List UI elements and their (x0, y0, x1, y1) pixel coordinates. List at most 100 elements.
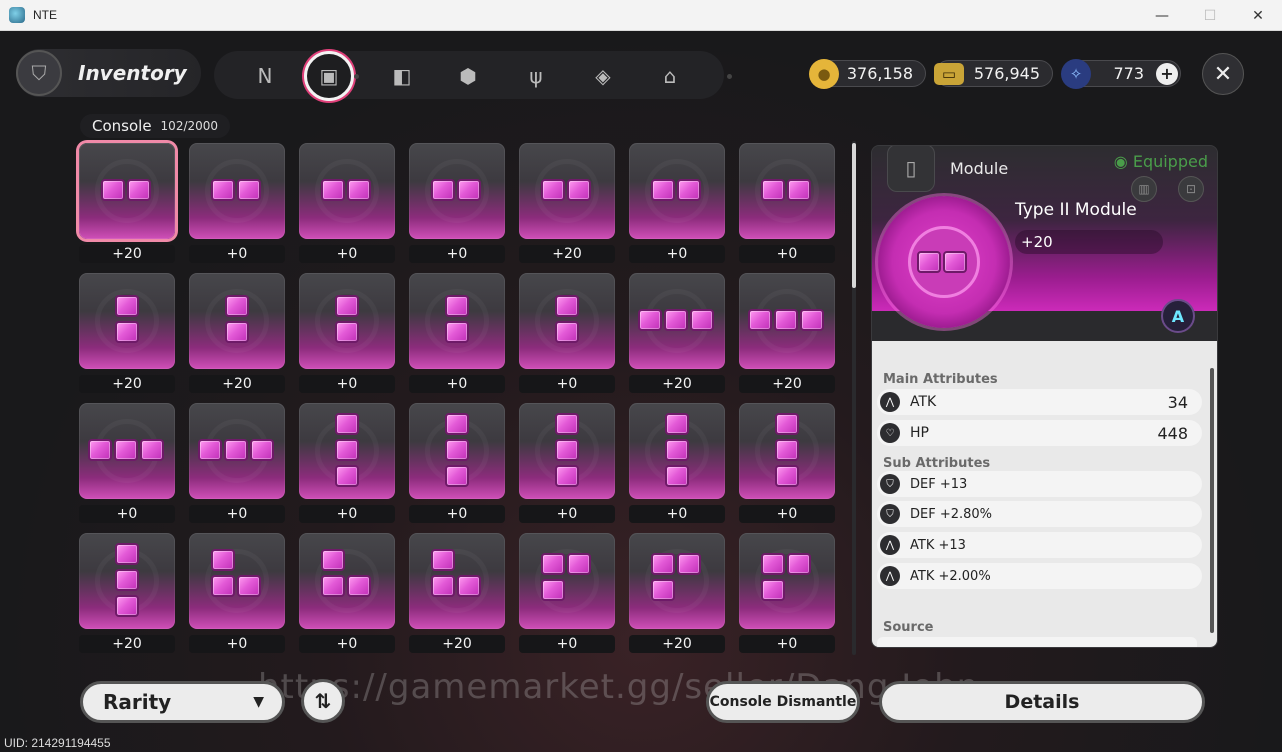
module-card[interactable] (79, 273, 175, 369)
module-block (114, 439, 138, 461)
module-card[interactable] (79, 403, 175, 499)
module-slot[interactable]: +0 (299, 143, 395, 263)
module-slot[interactable]: +0 (409, 273, 505, 393)
minimize-button[interactable]: — (1138, 0, 1186, 31)
tab-food[interactable]: ψ (516, 56, 556, 96)
module-slot[interactable]: +0 (519, 273, 615, 393)
window-close-button[interactable]: ✕ (1234, 0, 1282, 31)
module-slot[interactable]: +20 (189, 273, 285, 393)
module-block (457, 575, 481, 597)
module-card[interactable] (409, 273, 505, 369)
module-card[interactable] (629, 403, 725, 499)
grid-scroll-thumb[interactable] (852, 143, 856, 288)
module-card[interactable] (409, 403, 505, 499)
game-viewport: ⛉ Inventory N ▣ ◧ ⬢ ψ ◈ ⌂ ● 376,158 ▭ 576,945 … (0, 31, 1282, 752)
tab-box[interactable]: ⬢ (448, 56, 488, 96)
module-card[interactable] (629, 273, 725, 369)
module-slot[interactable]: +0 (299, 403, 395, 523)
module-slot[interactable]: +20 (629, 273, 725, 393)
module-block (115, 543, 139, 565)
module-block (638, 309, 662, 331)
module-block (555, 465, 579, 487)
module-slot[interactable]: +20 (79, 533, 175, 653)
module-block (761, 553, 785, 575)
module-level: +20 (79, 245, 175, 263)
module-card[interactable] (79, 533, 175, 629)
rarity-filter-dropdown[interactable]: Rarity ▼ (80, 681, 285, 723)
module-block (115, 321, 139, 343)
maximize-button[interactable]: ☐ (1186, 0, 1234, 31)
tab-console[interactable]: ▣ (304, 51, 354, 101)
module-slot[interactable]: +20 (409, 533, 505, 653)
module-card[interactable] (739, 143, 835, 239)
module-block (211, 549, 235, 571)
module-card[interactable] (189, 143, 285, 239)
hp-icon: ♡ (880, 423, 900, 443)
module-slot[interactable]: +0 (739, 403, 835, 523)
module-card[interactable] (299, 273, 395, 369)
module-card[interactable] (519, 403, 615, 499)
module-block (431, 179, 455, 201)
module-card[interactable] (519, 533, 615, 629)
module-slot[interactable]: +20 (79, 143, 175, 263)
house-icon: ⌂ (663, 64, 677, 88)
module-slot[interactable]: +0 (189, 533, 285, 653)
module-card[interactable] (409, 143, 505, 239)
module-card[interactable] (79, 143, 175, 239)
module-slot[interactable]: +0 (189, 403, 285, 523)
module-slot[interactable]: +0 (629, 143, 725, 263)
module-card[interactable] (189, 273, 285, 369)
module-slot[interactable]: +0 (739, 143, 835, 263)
caret-down-icon: ▼ (253, 694, 264, 710)
module-card[interactable] (189, 533, 285, 629)
module-slot[interactable]: +0 (299, 533, 395, 653)
module-level: +0 (519, 505, 615, 523)
module-slot[interactable]: +20 (739, 273, 835, 393)
module-level: +20 (629, 375, 725, 393)
module-slot[interactable]: +0 (189, 143, 285, 263)
module-slot[interactable]: +20 (519, 143, 615, 263)
module-card[interactable] (299, 403, 395, 499)
gold-currency[interactable]: ● 376,158 (809, 58, 926, 89)
module-slot[interactable]: +0 (519, 403, 615, 523)
panel-scrollbar[interactable] (1210, 368, 1214, 633)
sort-order-button[interactable]: ⇅ (301, 679, 345, 723)
module-card[interactable] (519, 273, 615, 369)
module-card[interactable] (189, 403, 285, 499)
module-slot[interactable]: +0 (79, 403, 175, 523)
module-card[interactable] (299, 143, 395, 239)
tab-n[interactable]: N (245, 56, 285, 96)
module-slot[interactable]: +0 (739, 533, 835, 653)
module-card[interactable] (409, 533, 505, 629)
module-slot[interactable]: +20 (629, 533, 725, 653)
crystal-currency[interactable]: ✧ 773 + (1061, 58, 1181, 89)
console-dismantle-button[interactable]: Console Dismantle (706, 681, 860, 723)
item-grid: +20 +0 +0 +0 +20 +0 +0 +20 +20 +0 +0 +0 +20 +20 +0 +0 +0… (79, 143, 839, 655)
tab-cards[interactable]: ◧ (382, 56, 422, 96)
add-crystal-button[interactable]: + (1156, 62, 1178, 85)
module-card[interactable] (629, 143, 725, 239)
module-slot[interactable]: +0 (409, 403, 505, 523)
trash-icon[interactable]: ▥ (1131, 176, 1157, 202)
lock-icon[interactable]: ⊡ (1178, 176, 1204, 202)
ticket-currency[interactable]: ▭ 576,945 (934, 60, 1053, 87)
module-slot[interactable]: +20 (79, 273, 175, 393)
module-slot[interactable]: +0 (409, 143, 505, 263)
module-slot[interactable]: +0 (629, 403, 725, 523)
module-card[interactable] (739, 273, 835, 369)
module-block (943, 251, 967, 273)
details-button[interactable]: Details (879, 681, 1205, 723)
tab-map[interactable]: ◈ (583, 56, 623, 96)
module-card[interactable] (519, 143, 615, 239)
module-card[interactable] (629, 533, 725, 629)
tab-home[interactable]: ⌂ (650, 56, 690, 96)
module-card[interactable] (299, 533, 395, 629)
module-slot[interactable]: +0 (519, 533, 615, 653)
module-slot[interactable]: +0 (299, 273, 395, 393)
module-card[interactable] (739, 533, 835, 629)
attr-value: 34 (1167, 392, 1188, 412)
close-inventory-button[interactable]: ✕ (1202, 53, 1244, 95)
module-level: +20 (629, 635, 725, 653)
module-card[interactable] (739, 403, 835, 499)
module-block (115, 569, 139, 591)
